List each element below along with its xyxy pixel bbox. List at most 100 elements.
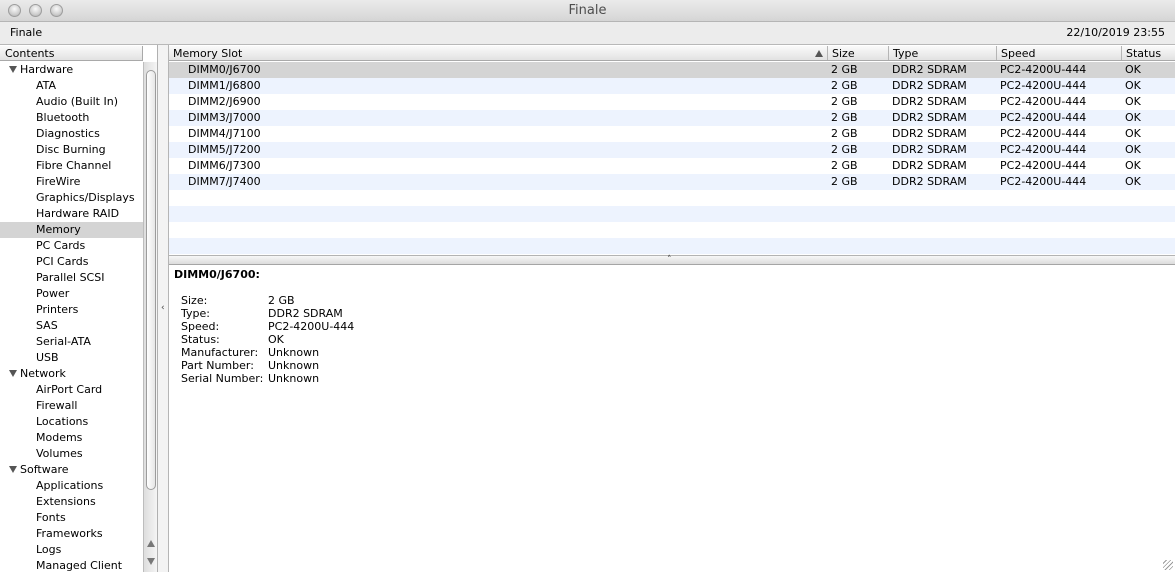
table-cell-memory-slot: DIMM7/J7400 [188,175,261,188]
table-cell-status: OK [1125,127,1141,140]
sidebar-item-sas[interactable]: SAS [0,318,143,334]
table-cell-speed: PC2-4200U-444 [1000,111,1087,124]
contents-header[interactable]: Contents [0,46,143,61]
sidebar-item-pc-cards[interactable]: PC Cards [0,238,143,254]
sidebar-item-fibre-channel[interactable]: Fibre Channel [0,158,143,174]
sidebar-item-hardware-raid[interactable]: Hardware RAID [0,206,143,222]
table-row[interactable]: DIMM4/J7100 2 GB DDR2 SDRAM PC2-4200U-444 OK [169,126,1175,142]
disclosure-triangle-icon[interactable] [9,466,17,473]
sidebar-item-volumes[interactable]: Volumes [0,446,143,462]
table-row[interactable]: DIMM7/J7400 2 GB DDR2 SDRAM PC2-4200U-444 OK [169,174,1175,190]
sidebar-category-network[interactable]: Network [0,366,143,382]
sidebar-item-serial-ata[interactable]: Serial-ATA [0,334,143,350]
sidebar-item-locations[interactable]: Locations [0,414,143,430]
sidebar-item-memory[interactable]: Memory [0,222,143,238]
table-cell-size: 2 GB [831,143,858,156]
table-cell-speed: PC2-4200U-444 [1000,79,1087,92]
scroll-up-arrow-icon[interactable] [147,540,155,547]
splitter-grip-icon: ‹ [161,303,165,313]
vertical-splitter[interactable]: ‹ [158,45,169,572]
table-cell-speed: PC2-4200U-444 [1000,175,1087,188]
property-label: Size: [181,294,208,307]
sidebar-category-label: Network [20,367,66,380]
table-row[interactable]: DIMM3/J7000 2 GB DDR2 SDRAM PC2-4200U-444 OK [169,110,1175,126]
sidebar-item-usb[interactable]: USB [0,350,143,366]
sidebar-item-bluetooth[interactable]: Bluetooth [0,110,143,126]
table-cell-size: 2 GB [831,79,858,92]
table-cell-status: OK [1125,79,1141,92]
sidebar-item-parallel-scsi[interactable]: Parallel SCSI [0,270,143,286]
scroll-down-arrow-icon[interactable] [147,558,155,565]
sidebar-item-ata[interactable]: ATA [0,78,143,94]
sidebar-item-fonts[interactable]: Fonts [0,510,143,526]
sidebar-item-modems[interactable]: Modems [0,430,143,446]
table-cell-size: 2 GB [831,127,858,140]
table-body: DIMM0/J6700 2 GB DDR2 SDRAM PC2-4200U-444 OK… [169,62,1175,254]
table-row[interactable]: DIMM2/J6900 2 GB DDR2 SDRAM PC2-4200U-444 OK [169,94,1175,110]
sidebar-category-label: Hardware [20,63,74,76]
sidebar-item-power[interactable]: Power [0,286,143,302]
sidebar-item-frameworks[interactable]: Frameworks [0,526,143,542]
sidebar-category-label: Software [20,463,69,476]
table-cell-status: OK [1125,95,1141,108]
sort-ascending-icon [815,50,823,57]
sidebar-item-audio-built-in[interactable]: Audio (Built In) [0,94,143,110]
empty-row [169,238,1175,254]
table-cell-speed: PC2-4200U-444 [1000,127,1087,140]
table-cell-speed: PC2-4200U-444 [1000,159,1087,172]
sidebar-item-firewire[interactable]: FireWire [0,174,143,190]
sidebar-item-logs[interactable]: Logs [0,542,143,558]
sidebar-item-firewall[interactable]: Firewall [0,398,143,414]
table-row[interactable]: DIMM1/J6800 2 GB DDR2 SDRAM PC2-4200U-444 OK [169,78,1175,94]
table-row[interactable]: DIMM0/J6700 2 GB DDR2 SDRAM PC2-4200U-444 OK [169,62,1175,78]
sidebar-category-hardware[interactable]: Hardware [0,62,143,78]
table-row[interactable]: DIMM6/J7300 2 GB DDR2 SDRAM PC2-4200U-444 OK [169,158,1175,174]
sidebar-item-airport-card[interactable]: AirPort Card [0,382,143,398]
contents-tree: Hardware ATA Audio (Built In) Bluetooth Diag… [0,62,143,572]
column-label: Memory Slot [173,47,243,60]
column-header-status[interactable]: Status [1122,46,1175,60]
splitter-grip-icon: ˄ [667,255,672,265]
sidebar-category-software[interactable]: Software [0,462,143,478]
property-label: Type: [181,307,210,320]
sidebar-item-extensions[interactable]: Extensions [0,494,143,510]
table-cell-type: DDR2 SDRAM [892,95,967,108]
table-cell-memory-slot: DIMM2/J6900 [188,95,261,108]
table-row[interactable]: DIMM5/J7200 2 GB DDR2 SDRAM PC2-4200U-444 OK [169,142,1175,158]
sidebar-scrollbar[interactable] [143,62,157,572]
empty-row [169,206,1175,222]
table-cell-type: DDR2 SDRAM [892,143,967,156]
sidebar-item-managed-client[interactable]: Managed Client [0,558,143,572]
property-value: PC2-4200U-444 [268,320,355,333]
table-cell-type: DDR2 SDRAM [892,175,967,188]
property-label: Serial Number: [181,372,264,385]
sidebar-item-graphics-displays[interactable]: Graphics/Displays [0,190,143,206]
property-value: Unknown [268,359,320,372]
table-cell-size: 2 GB [831,175,858,188]
property-value: Unknown [268,346,320,359]
disclosure-triangle-icon[interactable] [9,370,17,377]
table-cell-status: OK [1125,159,1141,172]
property-value: OK [268,333,284,346]
column-header-size[interactable]: Size [828,46,889,60]
property-label: Manufacturer: [181,346,259,359]
title-bar: Finale [0,0,1175,22]
column-header-type[interactable]: Type [889,46,997,60]
memory-table: Memory Slot Size Type Speed Status DIMM0… [169,45,1175,255]
horizontal-splitter[interactable]: ˄ [169,255,1175,265]
sidebar-item-pci-cards[interactable]: PCI Cards [0,254,143,270]
sidebar-item-diagnostics[interactable]: Diagnostics [0,126,143,142]
table-cell-memory-slot: DIMM6/J7300 [188,159,261,172]
sidebar-item-disc-burning[interactable]: Disc Burning [0,142,143,158]
sidebar-item-printers[interactable]: Printers [0,302,143,318]
column-header-speed[interactable]: Speed [997,46,1122,60]
sidebar-item-applications[interactable]: Applications [0,478,143,494]
disclosure-triangle-icon[interactable] [9,66,17,73]
detail-pane: DIMM0/J6700: Size: 2 GB Type: DDR2 SDRAM Spe… [174,268,1164,385]
table-cell-type: DDR2 SDRAM [892,127,967,140]
window-resize-grip-icon[interactable] [1163,560,1173,570]
window-title: Finale [568,3,607,18]
column-header-memory-slot[interactable]: Memory Slot [169,46,828,60]
sidebar-scroll-thumb[interactable] [146,70,156,490]
table-cell-memory-slot: DIMM3/J7000 [188,111,261,124]
